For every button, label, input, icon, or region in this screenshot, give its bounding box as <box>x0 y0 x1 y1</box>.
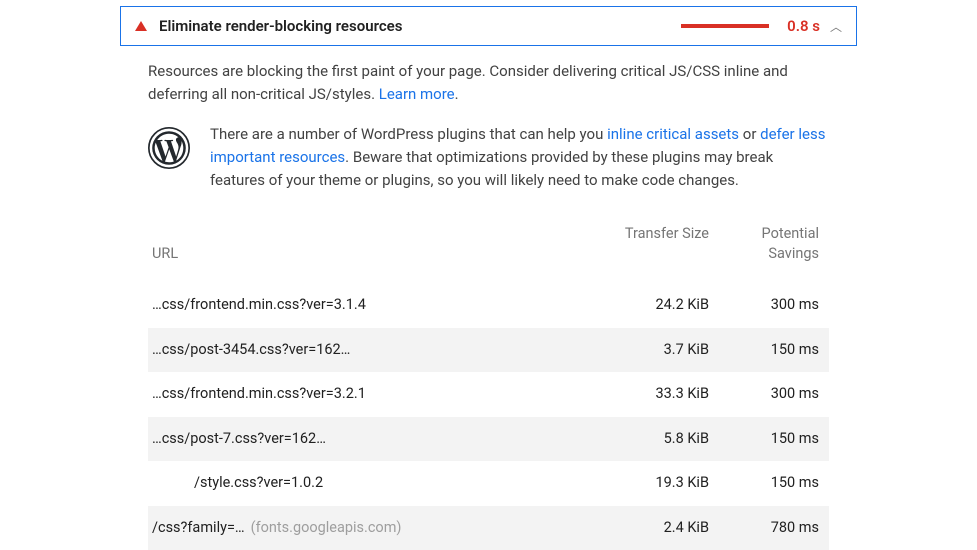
table-row: /style.css?ver=1.0.2 19.3 KiB150 ms <box>148 461 829 505</box>
cell-url: …css/post-7.css?ver=162… <box>148 417 609 461</box>
url-text: …css/frontend.min.css?ver=3.2.1 <box>152 385 366 402</box>
cell-url: /style.css?ver=1.0.2 <box>148 461 609 505</box>
cell-url: /css?family=… (fonts.googleapis.com) <box>148 506 609 550</box>
audit-panel: Eliminate render-blocking resources 0.8 … <box>120 6 857 550</box>
col-url: URL <box>148 216 609 283</box>
cell-savings: 150 ms <box>719 328 829 372</box>
cell-savings: 150 ms <box>719 417 829 461</box>
col-size: Transfer Size <box>609 216 719 283</box>
description-text: Resources are blocking the first paint o… <box>148 62 788 103</box>
cell-savings: 780 ms <box>719 506 829 550</box>
resources-table: URL Transfer Size Potential Savings …css… <box>148 216 829 550</box>
table-row: /css?family=… (fonts.googleapis.com) 2.4 K… <box>148 506 829 550</box>
savings-bar <box>681 24 769 28</box>
table-row: …css/frontend.min.css?ver=3.2.1 33.3 KiB3… <box>148 372 829 416</box>
col-savings: Potential Savings <box>719 216 829 283</box>
audit-header[interactable]: Eliminate render-blocking resources 0.8 … <box>120 6 857 46</box>
cell-savings: 300 ms <box>719 283 829 327</box>
wordpress-tip: There are a number of WordPress plugins … <box>210 123 829 193</box>
cell-savings: 300 ms <box>719 372 829 416</box>
url-origin: (fonts.googleapis.com) <box>251 519 402 536</box>
chevron-up-icon: ︿ <box>830 18 842 35</box>
fail-triangle-icon <box>135 21 147 31</box>
cell-url: …css/post-3454.css?ver=162… <box>148 328 609 372</box>
cell-size: 5.8 KiB <box>609 417 719 461</box>
wordpress-stack-pack: There are a number of WordPress plugins … <box>148 123 829 193</box>
url-text: …css/post-3454.css?ver=162… <box>152 341 350 358</box>
wordpress-icon <box>148 127 190 193</box>
table-row: …css/post-3454.css?ver=162… 3.7 KiB150 ms <box>148 328 829 372</box>
cell-size: 19.3 KiB <box>609 461 719 505</box>
cell-size: 33.3 KiB <box>609 372 719 416</box>
url-text: …css/frontend.min.css?ver=3.1.4 <box>152 296 366 313</box>
audit-body: Resources are blocking the first paint o… <box>120 46 857 550</box>
url-text: …css/post-7.css?ver=162… <box>152 430 326 447</box>
learn-more-link[interactable]: Learn more <box>379 85 455 103</box>
audit-title: Eliminate render-blocking resources <box>159 17 402 35</box>
url-text: /css?family=… <box>152 519 245 536</box>
audit-description: Resources are blocking the first paint o… <box>148 60 829 107</box>
cell-size: 3.7 KiB <box>609 328 719 372</box>
table-row: …css/post-7.css?ver=162… 5.8 KiB150 ms <box>148 417 829 461</box>
savings-time: 0.8 s <box>787 17 820 35</box>
table-row: …css/frontend.min.css?ver=3.1.4 24.2 KiB3… <box>148 283 829 327</box>
cell-size: 2.4 KiB <box>609 506 719 550</box>
cell-size: 24.2 KiB <box>609 283 719 327</box>
cell-savings: 150 ms <box>719 461 829 505</box>
inline-critical-link[interactable]: inline critical assets <box>607 125 739 143</box>
url-text: /style.css?ver=1.0.2 <box>152 472 323 494</box>
cell-url: …css/frontend.min.css?ver=3.1.4 <box>148 283 609 327</box>
cell-url: …css/frontend.min.css?ver=3.2.1 <box>148 372 609 416</box>
